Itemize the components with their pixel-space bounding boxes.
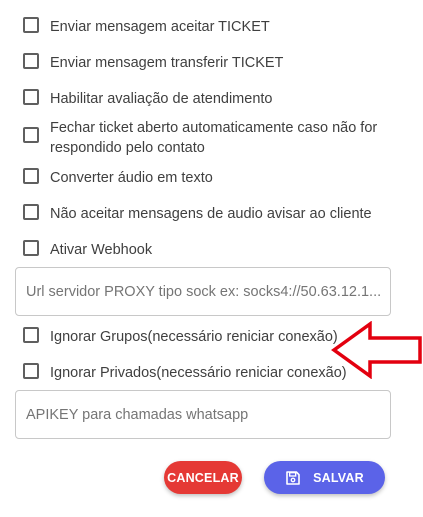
proxy-url-input[interactable] (16, 268, 390, 315)
option-ignorar-grupos[interactable]: Ignorar Grupos(necessário reniciar conex… (23, 327, 340, 347)
arrow-left-icon (331, 321, 422, 379)
option-label: Fechar ticket aberto automaticamente cas… (50, 120, 378, 156)
option-habilitar-avaliacao[interactable]: Habilitar avaliação de atendimento (23, 89, 395, 109)
save-button-label: SALVAR (313, 470, 364, 485)
checkbox[interactable] (23, 363, 39, 379)
checkbox[interactable] (23, 17, 39, 33)
option-label: Não aceitar mensagens de audio avisar ao… (50, 206, 372, 222)
checkbox[interactable] (23, 204, 39, 220)
checkbox[interactable] (23, 127, 39, 143)
option-enviar-transferir[interactable]: Enviar mensagem transferir TICKET (23, 53, 395, 73)
cancel-button[interactable]: CANCELAR (164, 461, 242, 494)
option-enviar-aceitar[interactable]: Enviar mensagem aceitar TICKET (23, 17, 395, 37)
checkbox[interactable] (23, 168, 39, 184)
option-label: Ignorar Grupos(necessário reniciar conex… (50, 329, 338, 345)
apikey-input[interactable] (16, 391, 390, 438)
option-label: Habilitar avaliação de atendimento (50, 91, 273, 107)
checkbox[interactable] (23, 240, 39, 256)
option-ativar-webhook[interactable]: Ativar Webhook (23, 240, 395, 260)
option-ignorar-privados[interactable]: Ignorar Privados(necessário reniciar con… (23, 363, 350, 383)
checkbox[interactable] (23, 89, 39, 105)
option-fechar-ticket[interactable]: Fechar ticket aberto automaticamente cas… (23, 118, 390, 158)
option-label: Enviar mensagem aceitar TICKET (50, 19, 270, 35)
checkbox[interactable] (23, 53, 39, 69)
option-label: Enviar mensagem transferir TICKET (50, 55, 284, 71)
option-label: Ativar Webhook (50, 242, 153, 258)
option-converter-audio[interactable]: Converter áudio em texto (23, 168, 395, 188)
checkbox[interactable] (23, 327, 39, 343)
option-label: Ignorar Privados(necessário reniciar con… (50, 365, 347, 381)
proxy-url-field[interactable] (15, 267, 391, 316)
apikey-field[interactable] (15, 390, 391, 439)
save-icon (285, 470, 301, 486)
option-nao-aceitar-audio[interactable]: Não aceitar mensagens de audio avisar ao… (23, 204, 395, 224)
cancel-button-label: CANCELAR (167, 470, 239, 485)
option-label: Converter áudio em texto (50, 170, 213, 186)
save-button[interactable]: SALVAR (264, 461, 385, 494)
